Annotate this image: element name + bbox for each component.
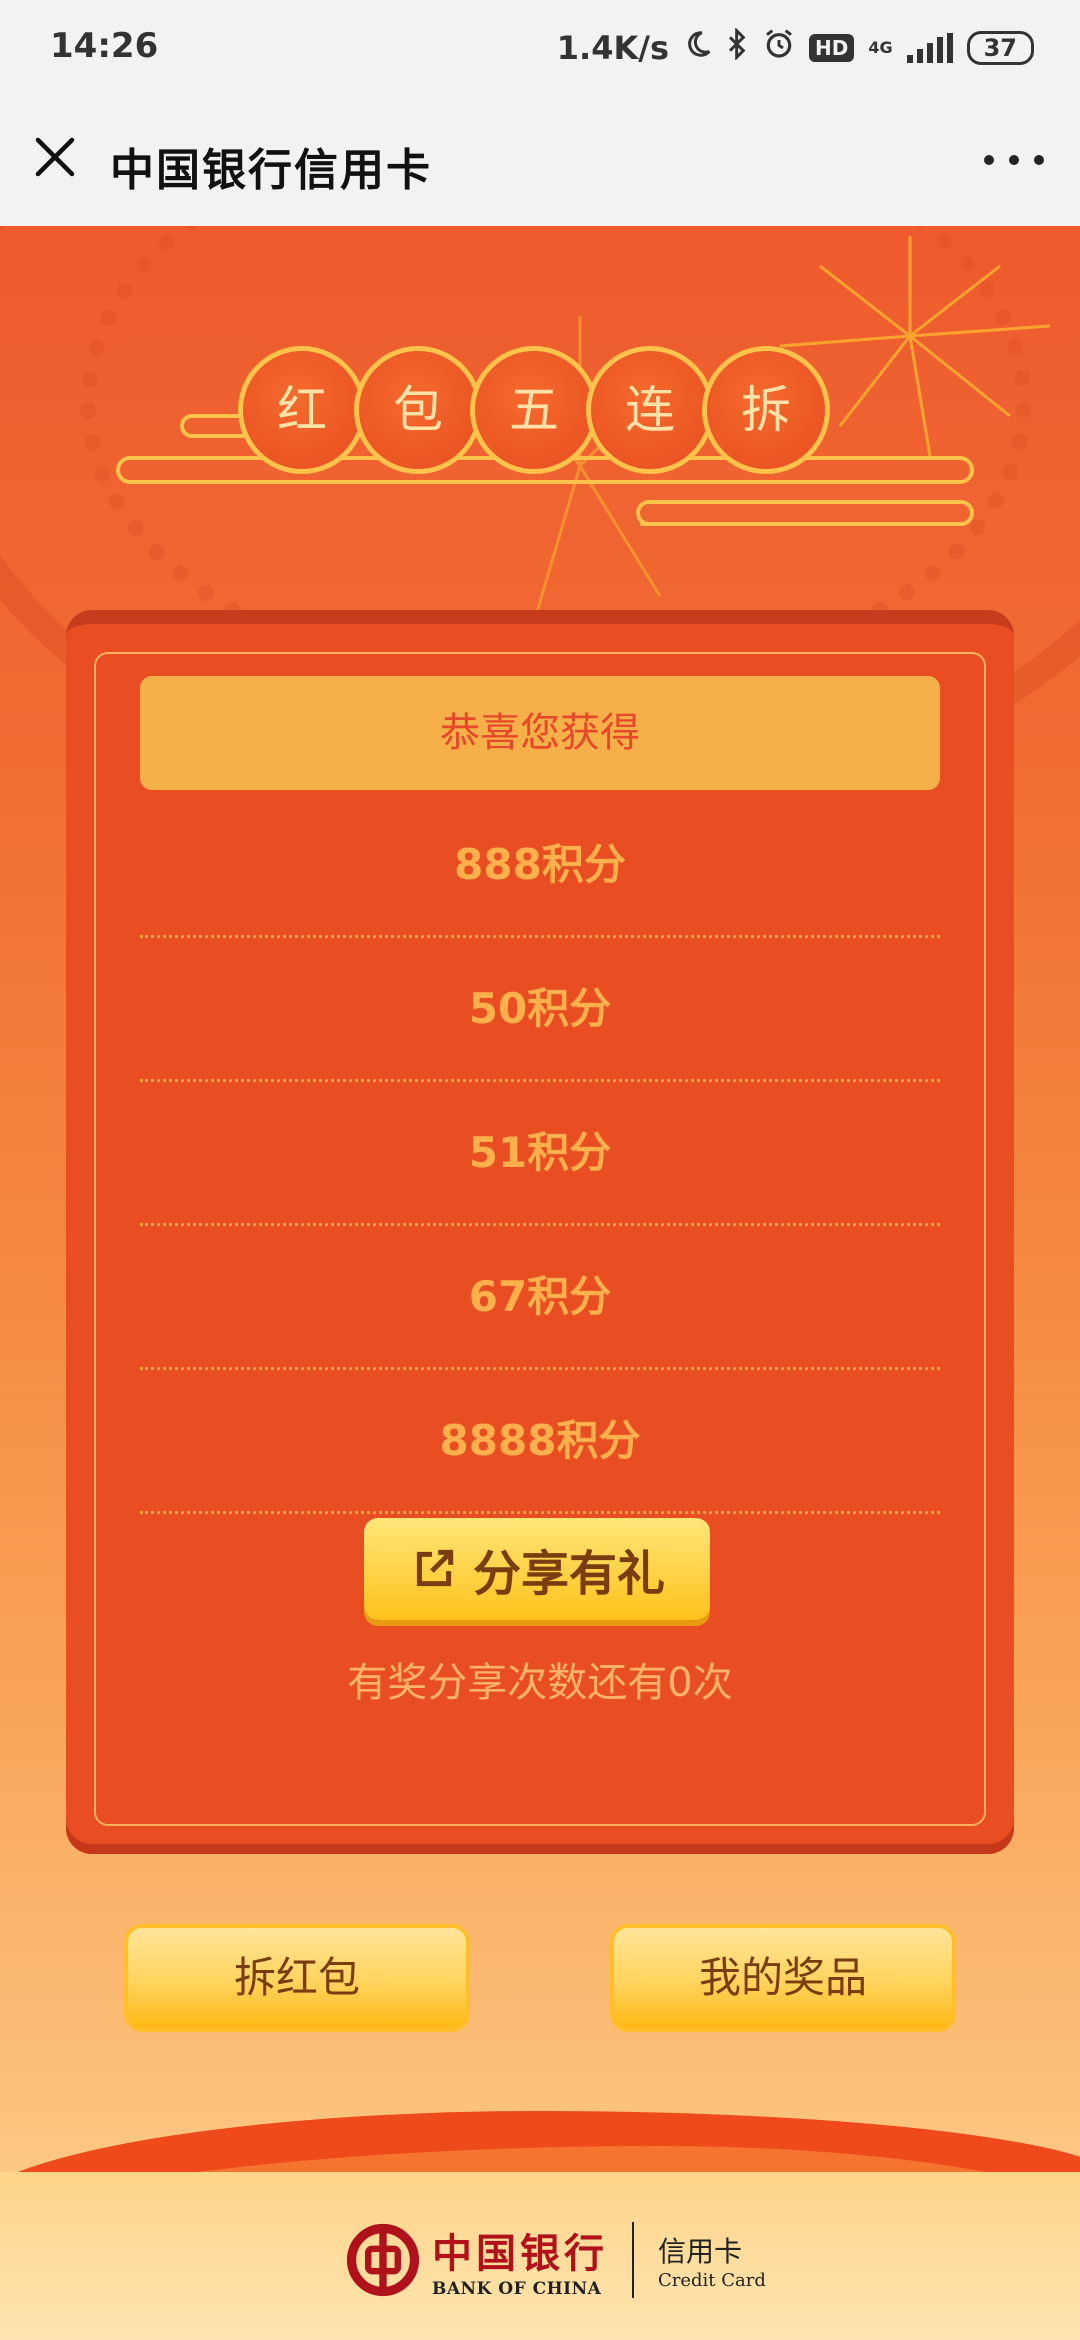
share-count-note: 有奖分享次数还有0次 xyxy=(347,1660,733,1706)
title-char: 红 xyxy=(238,346,366,474)
status-icons: 1.4K/s HD 4G 37 xyxy=(557,26,1034,70)
footer: 中国银行 BANK OF CHINA 信用卡 Credit Card xyxy=(0,2172,1080,2340)
more-dot xyxy=(984,155,994,165)
title-char: 五 xyxy=(470,346,598,474)
open-red-packet-button[interactable]: 拆红包 xyxy=(124,1924,470,2032)
page-title: 中国银行信用卡 xyxy=(110,145,432,196)
bank-name-cn: 中国银行 xyxy=(432,2230,608,2277)
close-icon xyxy=(35,137,75,177)
prize-list: 888积分 50积分 51积分 67积分 8888积分 xyxy=(140,794,940,1514)
decor-line xyxy=(640,522,814,526)
prize-item: 888积分 xyxy=(140,794,940,938)
more-dot xyxy=(1009,155,1019,165)
title-bar: 中国银行信用卡 xyxy=(0,96,1080,226)
result-card: 恭喜您获得 888积分 50积分 51积分 67积分 8888积分 分享有礼 有… xyxy=(66,610,1014,1854)
signal-icon xyxy=(906,33,953,63)
title-char: 包 xyxy=(354,346,482,474)
alarm-icon xyxy=(763,28,795,68)
bluetooth-icon xyxy=(727,27,749,68)
bank-logo: 中国银行 BANK OF CHINA 信用卡 Credit Card xyxy=(346,2210,766,2310)
title-coins: 红 包 五 连 拆 xyxy=(238,346,838,476)
bank-of-china-logo-icon xyxy=(346,2223,420,2297)
hd-badge: HD xyxy=(808,34,855,62)
share-icon xyxy=(416,1549,454,1587)
more-dot xyxy=(1034,155,1044,165)
prize-item: 50积分 xyxy=(140,938,940,1082)
prize-item: 51积分 xyxy=(140,1082,940,1226)
close-button[interactable] xyxy=(30,132,80,182)
moon-icon xyxy=(683,29,713,67)
net-speed: 1.4K/s xyxy=(556,29,669,67)
share-button[interactable]: 分享有礼 xyxy=(364,1518,710,1620)
prize-item: 67积分 xyxy=(140,1226,940,1370)
title-char: 拆 xyxy=(702,346,830,474)
red-packet-page: 红 包 五 连 拆 恭喜您获得 888积分 50积分 51积分 67积分 888… xyxy=(0,226,1080,2340)
more-button[interactable] xyxy=(984,140,1044,180)
credit-card-en: Credit Card xyxy=(658,2269,766,2291)
my-prizes-button[interactable]: 我的奖品 xyxy=(610,1924,956,2032)
credit-card-cn: 信用卡 xyxy=(658,2234,743,2268)
prize-item: 8888积分 xyxy=(140,1370,940,1514)
title-char: 连 xyxy=(586,346,714,474)
battery-icon: 37 xyxy=(966,31,1034,65)
network-type: 4G xyxy=(868,38,893,57)
bank-name-en: BANK OF CHINA xyxy=(432,2279,602,2299)
share-button-label: 分享有礼 xyxy=(472,1546,665,1602)
status-bar: 14:26 1.4K/s HD 4G 37 xyxy=(0,0,1080,96)
congrats-banner: 恭喜您获得 xyxy=(140,676,940,790)
status-time: 14:26 xyxy=(50,26,159,66)
logo-divider xyxy=(632,2222,634,2298)
